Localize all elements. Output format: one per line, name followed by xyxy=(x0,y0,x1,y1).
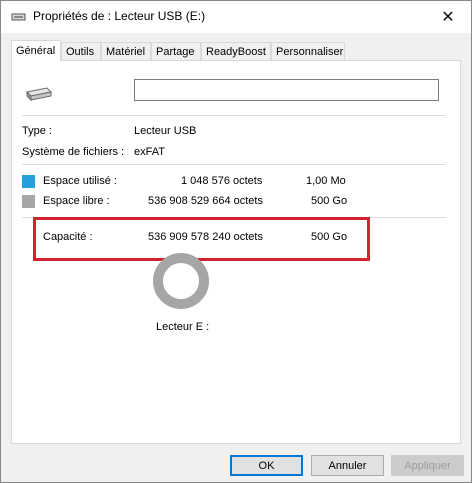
tab-materiel[interactable]: Matériel xyxy=(101,42,151,60)
disk-usage-donut xyxy=(151,251,211,314)
close-icon: ✕ xyxy=(441,7,454,27)
tab-label: Personnaliser xyxy=(276,46,343,58)
filesystem-label: Système de fichiers : xyxy=(22,146,124,158)
volume-name-input[interactable] xyxy=(134,79,439,101)
capacity-size: 500 Go xyxy=(311,231,347,243)
used-space-bytes: 1 048 576 octets xyxy=(181,175,262,187)
usb-drive-icon xyxy=(11,11,27,26)
type-label: Type : xyxy=(22,125,52,137)
properties-dialog: Propriétés de : Lecteur USB (E:) ✕ Génér… xyxy=(0,0,472,483)
removable-drive-icon xyxy=(23,86,53,105)
type-value: Lecteur USB xyxy=(134,125,196,137)
close-button[interactable]: ✕ xyxy=(425,1,471,33)
free-space-size: 500 Go xyxy=(311,195,347,207)
used-space-label: Espace utilisé : xyxy=(43,175,117,187)
free-space-swatch xyxy=(22,195,35,208)
used-space-swatch xyxy=(22,175,35,188)
used-space-size: 1,00 Mo xyxy=(306,175,346,187)
tab-label: ReadyBoost xyxy=(206,46,266,58)
tab-label: Outils xyxy=(66,46,94,58)
tab-label: Partage xyxy=(156,46,195,58)
tab-partage[interactable]: Partage xyxy=(151,42,201,60)
cancel-button[interactable]: Annuler xyxy=(311,455,384,476)
tab-general[interactable]: Général xyxy=(11,40,61,61)
tab-label: Général xyxy=(16,45,55,57)
drive-label: Lecteur E : xyxy=(156,321,209,333)
divider xyxy=(22,164,446,165)
tab-outils[interactable]: Outils xyxy=(61,42,101,60)
tab-personnaliser[interactable]: Personnaliser xyxy=(271,42,345,60)
capacity-bytes: 536 909 578 240 octets xyxy=(148,231,263,243)
window-title: Propriétés de : Lecteur USB (E:) xyxy=(33,9,205,23)
divider xyxy=(22,115,446,116)
free-space-ring xyxy=(158,258,204,304)
apply-button[interactable]: Appliquer xyxy=(391,455,464,476)
title-bar: Propriétés de : Lecteur USB (E:) ✕ xyxy=(1,1,471,33)
free-space-label: Espace libre : xyxy=(43,195,110,207)
filesystem-value: exFAT xyxy=(134,146,165,158)
tab-label: Matériel xyxy=(106,46,145,58)
capacity-label: Capacité : xyxy=(43,231,93,243)
tab-readyboost[interactable]: ReadyBoost xyxy=(201,42,271,60)
free-space-bytes: 536 908 529 664 octets xyxy=(148,195,263,207)
ok-button[interactable]: OK xyxy=(230,455,303,476)
